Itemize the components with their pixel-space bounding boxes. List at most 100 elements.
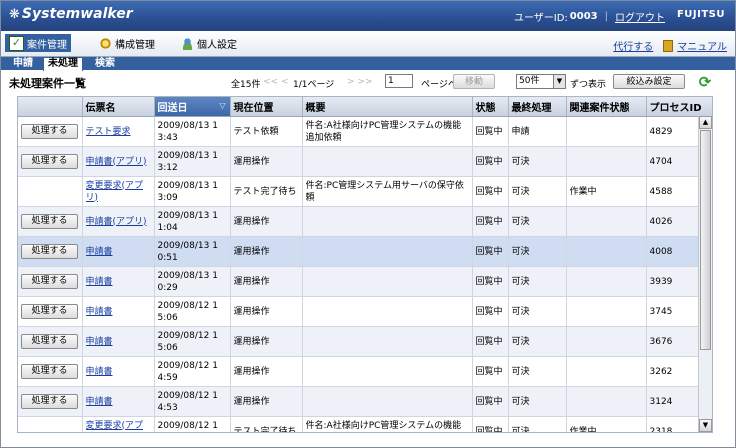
fujitsu-logo: FUJITSU (676, 9, 725, 20)
table-row[interactable]: 変更要求(アプリ) 2009/08/13 13:09 テスト完了待ち 件名:PC管理シ… (18, 176, 712, 207)
table-row[interactable]: 処理する 申請書 2009/08/12 14:53 運用操作 回覧中 可決 3124 (18, 386, 712, 417)
table-row[interactable]: 処理する 申請書 2009/08/12 15:06 運用操作 回覧中 可決 3745 (18, 296, 712, 327)
forward-date: 2009/08/13 13:09 (157, 180, 218, 203)
manual-link[interactable]: マニュアル (677, 38, 727, 53)
per-page-select[interactable]: 50件 ▼ (516, 74, 566, 89)
table-row[interactable]: 処理する 申請書 2009/08/13 10:51 運用操作 回覧中 可決 4008 (18, 236, 712, 267)
current-position: 運用操作 (233, 216, 270, 227)
slip-name-link[interactable]: 申請書(アプリ) (86, 216, 151, 228)
table-scrollbar[interactable]: ▲ ▼ (698, 116, 712, 432)
page-title: 未処理案件一覧 (9, 77, 86, 90)
cell-last-action: 可決 (508, 206, 567, 237)
menu-item-case-management[interactable]: ✓ 案件管理 (5, 34, 71, 52)
table-header-row: 伝票名 回送日 ▽ 現在位置 概要 状態 最終処理 関連案件状態 プロセスID (18, 97, 712, 117)
page-suffix: ページへ (421, 80, 457, 90)
last-action-text: 可決 (511, 426, 530, 433)
scroll-down-icon[interactable]: ▼ (699, 419, 712, 432)
scroll-up-icon[interactable]: ▲ (699, 116, 712, 129)
process-button[interactable]: 処理する (21, 334, 78, 349)
cell-date: 2009/08/12 14:37 (154, 416, 231, 432)
cell-action: 処理する (18, 146, 83, 177)
cell-status: 回覧中 (472, 116, 509, 147)
cell-status: 回覧中 (472, 416, 509, 432)
cell-position: テスト依頼 (230, 116, 303, 147)
menu-item-personal-settings[interactable]: 個人設定 (177, 34, 241, 52)
cell-position: テスト完了待ち (230, 416, 303, 432)
table-row[interactable]: 変更要求(アプリ) 2009/08/12 14:37 テスト完了待ち 件名:A社様向け… (18, 416, 712, 433)
process-button[interactable]: 処理する (21, 244, 78, 259)
page-number-input[interactable] (385, 74, 413, 88)
col-forward-date-label: 回送日 (157, 103, 188, 114)
slip-name-link[interactable]: 申請書 (86, 276, 151, 288)
slip-name-link[interactable]: 変更要求(アプリ) (86, 180, 151, 204)
list-toolbar: 未処理案件一覧 全15件 << < 1/1ページ > >> ページへ 移動 50… (1, 71, 735, 93)
filter-settings-button[interactable]: 絞込み設定 (613, 74, 685, 89)
slip-name-link[interactable]: 申請書(アプリ) (86, 156, 151, 168)
per-page-suffix: ずつ表示 (570, 80, 607, 90)
table-row[interactable]: 処理する 申請書 2009/08/12 14:59 運用操作 回覧中 可決 3262 (18, 356, 712, 387)
page-info: 1/1ページ (293, 80, 335, 90)
cell-slip-name: 申請書 (82, 356, 155, 387)
col-last-action[interactable]: 最終処理 (508, 97, 567, 117)
table-row[interactable]: 処理する 申請書(アプリ) 2009/08/13 13:12 運用操作 回覧中 可決 470… (18, 146, 712, 177)
tab-apply[interactable]: 申請 (9, 58, 37, 70)
cell-related-status (566, 146, 647, 177)
table-row[interactable]: 処理する 申請書(アプリ) 2009/08/13 11:04 運用操作 回覧中 可決 402… (18, 206, 712, 237)
last-action-text: 可決 (511, 336, 530, 347)
process-button[interactable]: 処理する (21, 124, 78, 139)
logout-link[interactable]: ログアウト (615, 9, 665, 24)
cell-slip-name: 変更要求(アプリ) (82, 416, 155, 433)
slip-name-link[interactable]: 申請書 (86, 366, 151, 378)
cell-slip-name: 変更要求(アプリ) (82, 176, 155, 207)
slip-name-link[interactable]: 変更要求(アプリ) (86, 420, 151, 433)
menu-item-configuration[interactable]: 構成管理 (95, 34, 159, 52)
cell-action: 処理する (18, 356, 83, 387)
cell-status: 回覧中 (472, 176, 509, 207)
col-related-status[interactable]: 関連案件状態 (566, 97, 647, 117)
cell-date: 2009/08/12 15:06 (154, 296, 231, 327)
scroll-thumb[interactable] (700, 130, 711, 350)
header-separator: | (604, 11, 608, 22)
process-button[interactable]: 処理する (21, 274, 78, 289)
total-count: 全15件 (231, 80, 261, 90)
col-forward-date[interactable]: 回送日 ▽ (154, 97, 231, 117)
slip-name-link[interactable]: 申請書 (86, 246, 151, 258)
refresh-icon[interactable]: ⟳ (697, 74, 713, 90)
slip-name-link[interactable]: テスト要求 (86, 126, 151, 138)
related-status-text: 作業中 (569, 426, 597, 433)
cell-status: 回覧中 (472, 296, 509, 327)
slip-name-link[interactable]: 申請書 (86, 336, 151, 348)
process-button[interactable]: 処理する (21, 154, 78, 169)
cell-summary: 件名:A社様向けPC管理システムの機能追加依頼 (302, 116, 473, 147)
table-row[interactable]: 処理する 申請書 2009/08/12 15:06 運用操作 回覧中 可決 3676 (18, 326, 712, 357)
move-button[interactable]: 移動 (453, 74, 495, 89)
table-row[interactable]: 処理する 申請書 2009/08/13 10:29 運用操作 回覧中 可決 3939 (18, 266, 712, 297)
cell-position: 運用操作 (230, 266, 303, 297)
col-process-id[interactable]: プロセスID (646, 97, 712, 117)
cell-related-status (566, 116, 647, 147)
cell-summary: 件名:A社様向けPC管理システムの機能追加依頼 (302, 416, 473, 432)
cell-action (18, 416, 83, 432)
tab-bar: 申請 未処理 検索 (1, 57, 735, 71)
process-button[interactable]: 処理する (21, 214, 78, 229)
cell-action: 処理する (18, 386, 83, 417)
cell-related-status (566, 296, 647, 327)
cell-date: 2009/08/13 10:51 (154, 236, 231, 267)
process-button[interactable]: 処理する (21, 394, 78, 409)
col-current-position[interactable]: 現在位置 (230, 97, 303, 117)
process-button[interactable]: 処理する (21, 304, 78, 319)
person-icon (181, 36, 194, 50)
slip-name-link[interactable]: 申請書 (86, 306, 151, 318)
tab-search[interactable]: 検索 (91, 58, 119, 70)
tab-unprocessed[interactable]: 未処理 (43, 57, 83, 71)
process-button[interactable]: 処理する (21, 364, 78, 379)
check-icon: ✓ (9, 35, 24, 51)
slip-name-link[interactable]: 申請書 (86, 396, 151, 408)
cell-date: 2009/08/12 15:06 (154, 326, 231, 357)
col-summary[interactable]: 概要 (302, 97, 473, 117)
proxy-link[interactable]: 代行する (613, 38, 653, 53)
table-row[interactable]: 処理する テスト要求 2009/08/13 13:43 テスト依頼 件名:A社様向けPC… (18, 116, 712, 147)
col-slip-name[interactable]: 伝票名 (82, 97, 155, 117)
status-text: 回覧中 (475, 276, 503, 287)
col-status[interactable]: 状態 (472, 97, 509, 117)
